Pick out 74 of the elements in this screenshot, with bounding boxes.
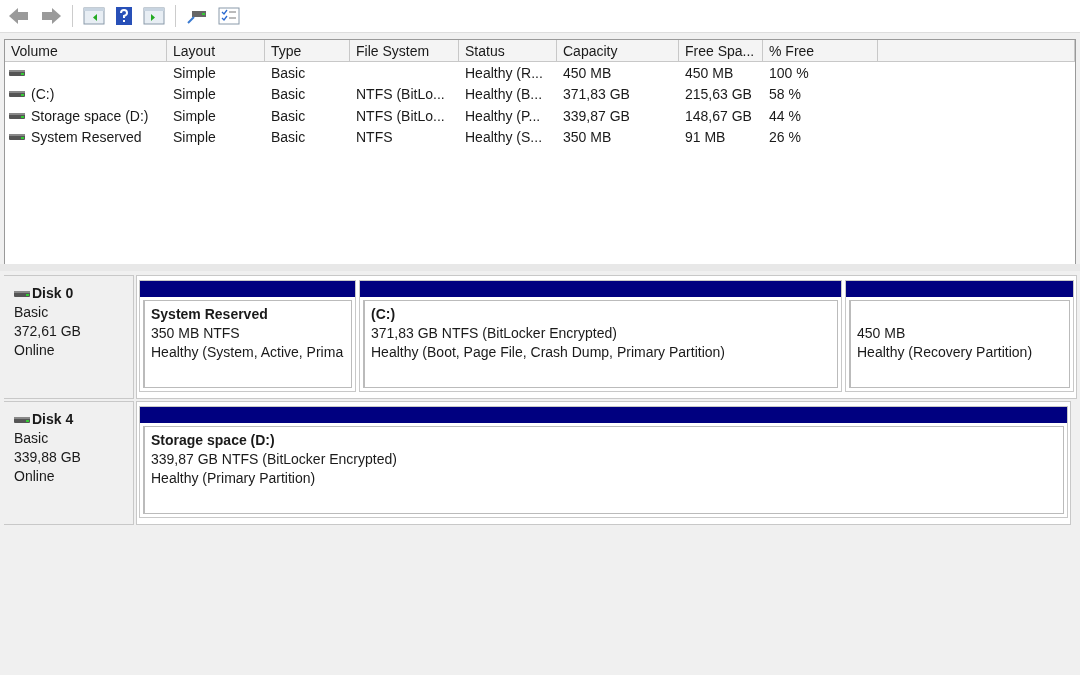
partition-size: 339,87 GB NTFS (BitLocker Encrypted) bbox=[151, 450, 398, 469]
table-cell: System Reserved bbox=[31, 129, 142, 146]
table-cell: Healthy (B... bbox=[465, 86, 543, 103]
column-header[interactable]: Type bbox=[265, 40, 350, 62]
table-cell: 91 MB bbox=[685, 129, 726, 146]
table-cell: 58 % bbox=[769, 86, 801, 103]
disk-name: Disk 4 bbox=[32, 410, 74, 429]
table-cell: Basic bbox=[271, 86, 306, 103]
partition-size: 450 MB bbox=[857, 324, 907, 343]
partition-name: System Reserved bbox=[151, 306, 268, 322]
table-cell: 100 % bbox=[769, 64, 809, 81]
partition-block[interactable]: 450 MB Healthy (Recovery Partition) bbox=[845, 280, 1074, 392]
disk-status: Online bbox=[14, 341, 56, 360]
action-pane-icon[interactable] bbox=[143, 7, 165, 25]
table-cell: 215,63 GB bbox=[685, 86, 752, 103]
table-cell: 371,83 GB bbox=[563, 86, 630, 103]
partition-block[interactable]: System Reserved 350 MB NTFS Healthy (System, Active, Prima bbox=[139, 280, 356, 392]
disk-type: Basic bbox=[14, 429, 50, 448]
disk-status: Online bbox=[14, 467, 56, 486]
disk-size: 372,61 GB bbox=[14, 322, 82, 341]
partition-size: 371,83 GB NTFS (BitLocker Encrypted) bbox=[371, 324, 618, 343]
column-header[interactable]: % Free bbox=[763, 40, 878, 62]
partition-name: Storage space (D:) bbox=[151, 432, 275, 448]
column-header[interactable]: Capacity bbox=[557, 40, 679, 62]
table-cell: NTFS bbox=[356, 129, 393, 146]
disk-type: Basic bbox=[14, 303, 50, 322]
table-cell: 26 % bbox=[769, 129, 801, 146]
disk-label-panel[interactable]: Disk 4 Basic 339,88 GB Online bbox=[4, 401, 134, 525]
drive-icon bbox=[9, 68, 25, 77]
help-icon[interactable] bbox=[115, 6, 133, 26]
properties-list-icon[interactable] bbox=[218, 7, 240, 25]
partition-status: Healthy (Primary Partition) bbox=[151, 469, 317, 488]
table-cell: Healthy (R... bbox=[465, 64, 543, 81]
table-cell: (C:) bbox=[31, 86, 55, 103]
disk-label-panel[interactable]: Disk 0 Basic 372,61 GB Online bbox=[4, 275, 134, 399]
table-cell: Healthy (S... bbox=[465, 129, 543, 146]
console-pane-icon[interactable] bbox=[83, 7, 105, 25]
disk-size: 339,88 GB bbox=[14, 448, 82, 467]
drive-icon bbox=[9, 111, 25, 120]
column-header[interactable] bbox=[878, 40, 1075, 62]
column-header[interactable]: Status bbox=[459, 40, 557, 62]
column-header[interactable]: Layout bbox=[167, 40, 265, 62]
table-cell: Basic bbox=[271, 129, 306, 146]
partition-status: Healthy (Boot, Page File, Crash Dump, Primary Partition) bbox=[371, 343, 726, 362]
partition-block[interactable]: Storage space (D:) 339,87 GB NTFS (BitLocker Encrypted) Healthy (Primary Partition) bbox=[139, 406, 1068, 518]
partition-status: Healthy (System, Active, Prima bbox=[151, 343, 345, 362]
partition-block[interactable]: (C:) 371,83 GB NTFS (BitLocker Encrypted) Healthy (Boot, Page File, Crash Dump, Primary Partition) bbox=[359, 280, 842, 392]
table-cell: Simple bbox=[173, 107, 216, 124]
table-cell: Simple bbox=[173, 86, 216, 103]
table-cell: Simple bbox=[173, 64, 216, 81]
drive-icon bbox=[9, 133, 25, 142]
partition-status: Healthy (Recovery Partition) bbox=[857, 343, 1034, 362]
drive-icon bbox=[14, 415, 30, 424]
table-cell: Healthy (P... bbox=[465, 107, 541, 124]
table-cell: Basic bbox=[271, 107, 306, 124]
disk-name: Disk 0 bbox=[32, 284, 74, 303]
table-cell: 339,87 GB bbox=[563, 107, 630, 124]
table-cell: 350 MB bbox=[563, 129, 612, 146]
table-cell: 450 MB bbox=[563, 64, 612, 81]
table-cell: 44 % bbox=[769, 107, 801, 124]
partition-name: (C:) bbox=[371, 306, 396, 322]
drive-icon bbox=[14, 289, 30, 298]
table-cell: Basic bbox=[271, 64, 306, 81]
partition-size: 350 MB NTFS bbox=[151, 324, 241, 343]
table-cell: NTFS (BitLo... bbox=[356, 107, 445, 124]
column-header[interactable]: File System bbox=[350, 40, 459, 62]
column-header[interactable]: Free Spa... bbox=[679, 40, 763, 62]
table-cell: 148,67 GB bbox=[685, 107, 752, 124]
table-cell: Simple bbox=[173, 129, 216, 146]
table-cell: 450 MB bbox=[685, 64, 734, 81]
column-header[interactable]: Volume bbox=[5, 40, 167, 62]
table-cell: Storage space (D:) bbox=[31, 107, 149, 124]
drive-icon bbox=[9, 90, 25, 99]
table-cell: NTFS (BitLo... bbox=[356, 86, 445, 103]
